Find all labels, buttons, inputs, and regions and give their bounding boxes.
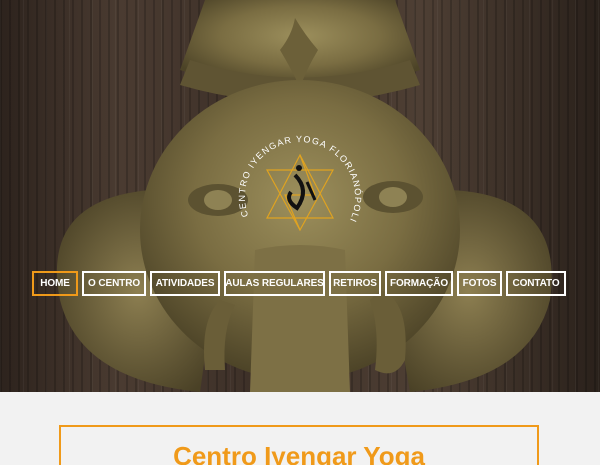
- nav-o-centro[interactable]: O CENTRO: [82, 271, 146, 296]
- nav-home[interactable]: HOME: [32, 271, 78, 296]
- centro-iyengar-logo: CENTRO IYENGAR YOGA FLORIANÓPOLIS: [225, 100, 362, 232]
- nav-contato[interactable]: CONTATO: [506, 271, 566, 296]
- nav-retiros[interactable]: RETIROS: [329, 271, 381, 296]
- page-title: Centro Iyengar Yoga: [173, 441, 425, 465]
- main-content: Centro Iyengar Yoga: [0, 392, 600, 465]
- nav-atividades[interactable]: ATIVIDADES: [150, 271, 220, 296]
- nav-formacao[interactable]: FORMAÇÃO: [385, 271, 453, 296]
- nav-aulas-regulares[interactable]: AULAS REGULARES: [224, 271, 325, 296]
- nav-fotos[interactable]: FOTOS: [457, 271, 502, 296]
- intro-box: Centro Iyengar Yoga: [59, 425, 539, 465]
- hero-banner: CENTRO IYENGAR YOGA FLORIANÓPOLIS HOME O…: [0, 0, 600, 392]
- main-navigation: HOME O CENTRO ATIVIDADES AULAS REGULARES…: [32, 271, 566, 296]
